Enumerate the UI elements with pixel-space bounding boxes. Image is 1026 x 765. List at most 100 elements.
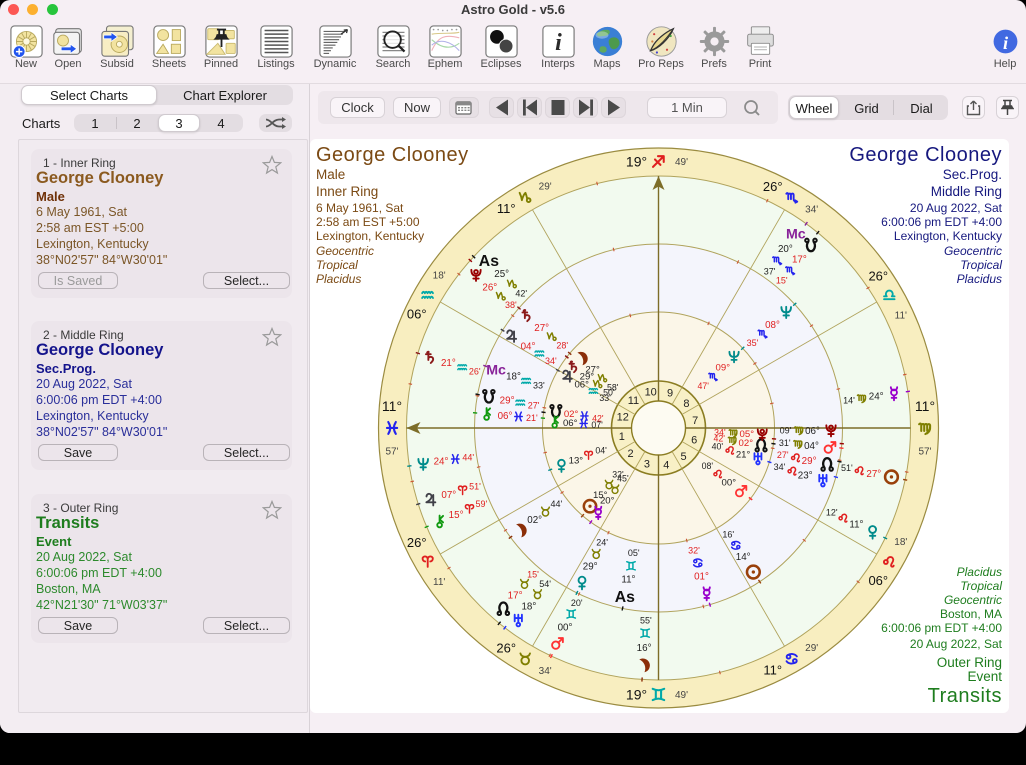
svg-text:33': 33' [599, 393, 611, 403]
svg-text:24°: 24° [869, 392, 884, 403]
svg-text:26°: 26° [496, 641, 516, 656]
svg-text:08': 08' [702, 461, 714, 471]
svg-text:1: 1 [619, 431, 625, 443]
svg-text:26': 26' [469, 366, 481, 376]
svg-text:21°: 21° [441, 358, 456, 369]
svg-text:45': 45' [617, 474, 629, 484]
svg-text:18': 18' [433, 270, 446, 281]
svg-text:00°: 00° [722, 477, 737, 488]
svg-text:32': 32' [688, 546, 700, 556]
svg-text:05°: 05° [740, 429, 755, 440]
svg-text:15': 15' [527, 570, 539, 580]
svg-text:11°: 11° [382, 398, 402, 414]
svg-text:21°: 21° [736, 449, 751, 460]
svg-text:34': 34' [805, 204, 818, 215]
svg-text:06°: 06° [498, 411, 513, 422]
svg-text:31': 31' [779, 438, 791, 448]
svg-text:11': 11' [433, 577, 445, 588]
svg-text:49': 49' [675, 157, 688, 168]
svg-text:09': 09' [780, 426, 792, 436]
svg-text:47': 47' [697, 381, 709, 391]
svg-text:11°: 11° [621, 575, 635, 586]
svg-text:24°: 24° [434, 457, 449, 468]
svg-text:54': 54' [539, 579, 551, 589]
svg-text:23°: 23° [798, 470, 813, 481]
svg-text:34': 34' [714, 427, 726, 437]
svg-text:57': 57' [918, 447, 931, 458]
svg-text:08°: 08° [765, 320, 780, 331]
svg-text:06°: 06° [407, 307, 427, 322]
svg-text:02°: 02° [527, 515, 542, 526]
svg-text:7: 7 [692, 415, 698, 427]
svg-text:37': 37' [764, 266, 776, 276]
svg-text:24': 24' [596, 537, 608, 547]
svg-text:11': 11' [895, 310, 907, 321]
svg-text:17°: 17° [792, 255, 807, 266]
svg-text:33': 33' [533, 381, 545, 391]
svg-text:07°: 07° [441, 490, 456, 501]
svg-text:09°: 09° [716, 363, 731, 374]
svg-text:2: 2 [628, 448, 634, 460]
svg-text:Mc: Mc [486, 363, 506, 379]
svg-text:27°: 27° [866, 469, 881, 480]
svg-text:35': 35' [747, 338, 759, 348]
svg-text:27': 27' [528, 400, 540, 410]
svg-text:10: 10 [645, 386, 657, 398]
svg-text:34': 34' [774, 462, 786, 472]
svg-text:06°: 06° [563, 418, 578, 429]
svg-text:18°: 18° [521, 601, 536, 612]
svg-text:04°: 04° [521, 342, 536, 353]
svg-text:16°: 16° [637, 643, 652, 654]
svg-text:4: 4 [663, 460, 669, 472]
svg-text:38': 38' [505, 300, 517, 310]
svg-text:29': 29' [539, 181, 552, 192]
svg-text:25°: 25° [494, 269, 509, 280]
svg-text:15': 15' [776, 276, 788, 286]
svg-text:06°: 06° [868, 573, 888, 588]
svg-text:6: 6 [691, 435, 697, 447]
svg-text:26°: 26° [407, 535, 427, 550]
svg-text:11: 11 [628, 395, 639, 407]
svg-text:04': 04' [595, 446, 607, 456]
svg-text:26°: 26° [868, 268, 888, 283]
svg-text:06°: 06° [805, 426, 820, 437]
svg-text:29°: 29° [500, 395, 515, 406]
svg-text:5: 5 [681, 451, 687, 463]
svg-text:16': 16' [722, 530, 734, 540]
svg-text:34': 34' [539, 666, 552, 677]
svg-text:42': 42' [515, 289, 527, 299]
svg-text:11°: 11° [915, 398, 935, 414]
svg-text:59': 59' [476, 499, 488, 509]
svg-text:20°: 20° [600, 496, 615, 507]
svg-text:26°: 26° [482, 282, 497, 293]
svg-text:57': 57' [385, 447, 398, 458]
svg-text:Mc: Mc [786, 226, 806, 242]
svg-text:11°: 11° [849, 520, 863, 531]
svg-text:51': 51' [841, 463, 853, 473]
svg-text:06°: 06° [574, 380, 589, 391]
svg-text:11°: 11° [763, 663, 782, 678]
svg-text:9: 9 [667, 387, 673, 399]
svg-text:As: As [479, 253, 499, 270]
svg-text:14': 14' [843, 396, 855, 406]
svg-text:19°: 19° [626, 687, 647, 703]
svg-text:15°: 15° [449, 510, 464, 521]
svg-text:20': 20' [571, 598, 583, 608]
svg-text:49': 49' [675, 690, 688, 701]
svg-text:01°: 01° [694, 571, 709, 582]
svg-text:04°: 04° [804, 441, 819, 452]
svg-text:05': 05' [628, 548, 640, 558]
svg-text:3: 3 [644, 459, 650, 471]
svg-text:26°: 26° [763, 179, 783, 194]
svg-text:55': 55' [640, 616, 652, 626]
svg-text:12': 12' [826, 508, 838, 518]
svg-text:18°: 18° [506, 372, 521, 383]
svg-text:18': 18' [894, 537, 907, 548]
svg-text:11°: 11° [497, 201, 516, 216]
svg-text:14°: 14° [736, 552, 751, 563]
svg-text:8: 8 [683, 398, 689, 410]
svg-text:21': 21' [526, 413, 538, 423]
svg-text:29': 29' [805, 643, 818, 654]
svg-text:51': 51' [469, 482, 481, 492]
svg-text:19°: 19° [626, 154, 647, 170]
